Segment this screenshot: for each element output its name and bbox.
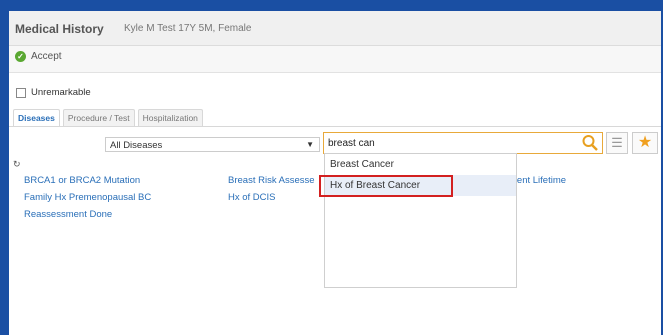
checkbox-box[interactable] xyxy=(16,87,26,98)
toolbar: ✓ Accept xyxy=(9,46,661,73)
patient-info: Kyle M Test 17Y 5M, Female xyxy=(124,23,252,34)
search-suggestions-dropdown: Breast Cancer Hx of Breast Cancer xyxy=(324,153,517,288)
result-link[interactable]: BRCA1 or BRCA2 Mutation xyxy=(24,175,151,186)
results-column-2: Breast Risk Assesse Hx of DCIS xyxy=(228,175,315,203)
results-column-1: BRCA1 or BRCA2 Mutation Family Hx Premen… xyxy=(24,175,151,220)
suggestion-breast-cancer[interactable]: Breast Cancer xyxy=(325,154,516,175)
result-link[interactable]: ment Lifetime xyxy=(509,175,566,186)
accept-button[interactable]: ✓ Accept xyxy=(15,51,62,62)
search-value: breast can xyxy=(328,138,375,149)
result-link[interactable]: Reassessment Done xyxy=(24,209,151,220)
result-link[interactable]: Hx of DCIS xyxy=(228,192,315,203)
page-title: Medical History xyxy=(15,22,104,36)
tab-procedure-test[interactable]: Procedure / Test xyxy=(62,109,135,126)
accept-label: Accept xyxy=(31,51,62,62)
filter-value: All Diseases xyxy=(110,140,163,151)
chevron-down-icon: ▼ xyxy=(306,140,314,149)
result-link[interactable]: Family Hx Premenopausal BC xyxy=(24,192,151,203)
result-link[interactable]: Breast Risk Assesse xyxy=(228,175,315,186)
title-bar: Medical History Kyle M Test 17Y 5M, Fema… xyxy=(9,11,661,46)
tab-diseases[interactable]: Diseases xyxy=(13,109,60,126)
tab-divider xyxy=(9,126,661,127)
unremarkable-checkbox[interactable]: Unremarkable xyxy=(16,87,91,98)
list-icon: ☰ xyxy=(611,135,623,150)
refresh-icon[interactable]: ↻ xyxy=(13,159,21,170)
search-icon[interactable] xyxy=(582,134,598,157)
unremarkable-label: Unremarkable xyxy=(31,87,91,98)
search-input[interactable]: breast can xyxy=(323,132,603,154)
results-column-3: ment Lifetime xyxy=(509,175,566,186)
check-circle-icon: ✓ xyxy=(15,51,26,62)
highlight-annotation-box xyxy=(319,175,453,197)
list-view-button[interactable]: ☰ xyxy=(606,132,628,154)
tab-bar: Diseases Procedure / Test Hospitalizatio… xyxy=(13,109,203,126)
favorites-button[interactable]: ★ xyxy=(632,132,658,154)
medical-history-panel: Medical History Kyle M Test 17Y 5M, Fema… xyxy=(9,11,661,335)
tab-hospitalization[interactable]: Hospitalization xyxy=(137,109,203,126)
disease-filter-select[interactable]: All Diseases ▼ xyxy=(105,137,320,152)
star-icon: ★ xyxy=(637,134,653,151)
